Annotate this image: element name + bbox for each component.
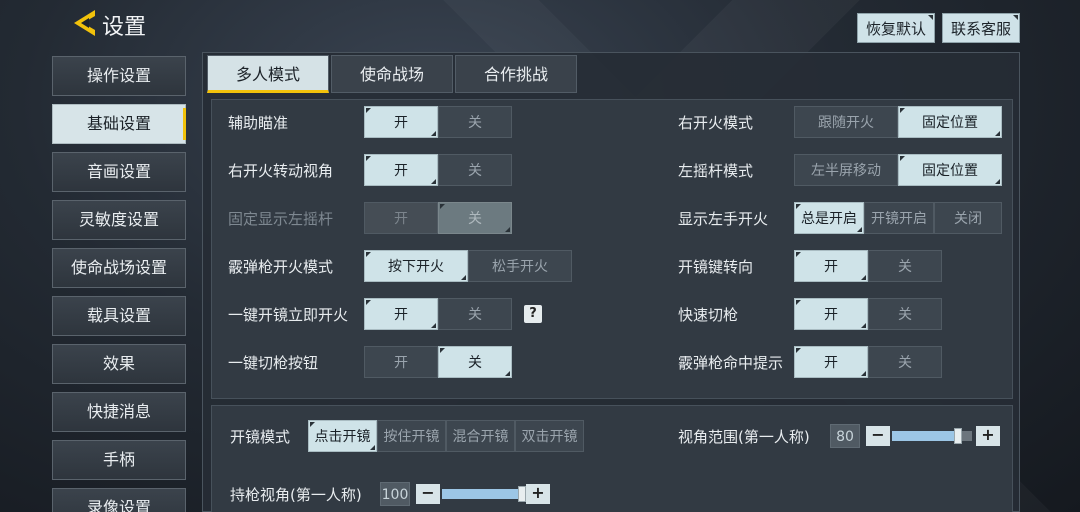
toggle-option[interactable]: 左半屏移动 [794, 154, 898, 186]
basic-settings-section: 辅助瞄准开关右开火转动视角开关固定显示左摇杆开关霰弹枪开火模式 按下开火 松手开火一… [211, 99, 1013, 399]
toggle-option[interactable]: 关 [868, 298, 942, 330]
option-toggle: 跟随开火 固定位置 [794, 106, 1002, 138]
option-toggle: 开关 [364, 298, 512, 330]
setting-label: 辅助瞄准 [228, 113, 289, 132]
sidebar-item[interactable]: 操作设置 [52, 56, 186, 96]
fov-decrease-button[interactable]: − [866, 426, 890, 446]
toggle-option[interactable]: 开 [364, 106, 438, 138]
toggle-option[interactable]: 关 [868, 250, 942, 282]
option-toggle: 开关 [364, 346, 512, 378]
contact-support-button[interactable]: 联系客服 [942, 13, 1021, 43]
fov-first-person-label: 视角范围(第一人称) [678, 427, 810, 446]
toggle-option[interactable]: 关 [438, 346, 512, 378]
scope-mode-label: 开镜模式 [230, 427, 291, 446]
hold-fov-decrease-button[interactable]: − [416, 484, 440, 504]
setting-label: 固定显示左摇杆 [228, 209, 334, 228]
toggle-option[interactable]: 开 [794, 346, 868, 378]
settings-panel: 多人模式 使命战场 合作挑战 辅助瞄准开关右开火转动视角开关固定显示左摇杆开关霰弹枪… [202, 52, 1020, 512]
setting-label: 一键开镜立即开火 [228, 305, 349, 324]
toggle-option[interactable]: 开 [794, 298, 868, 330]
toggle-option[interactable]: 开 [364, 154, 438, 186]
scope-mode-option[interactable]: 混合开镜 [446, 420, 515, 452]
toggle-option[interactable]: 关 [868, 346, 942, 378]
option-toggle: 左半屏移动 固定位置 [794, 154, 1002, 186]
sidebar-item[interactable]: 快捷消息 [52, 392, 186, 432]
setting-label: 开镜键转向 [678, 257, 754, 276]
setting-label: 一键切枪按钮 [228, 353, 319, 372]
hold-fov-slider-thumb[interactable] [518, 486, 526, 502]
option-toggle: 开关 [794, 298, 942, 330]
settings-sidebar: 操作设置基础设置音画设置灵敏度设置使命战场设置 载具设置效果快捷消息手柄录像设置 [52, 56, 186, 512]
sidebar-item[interactable]: 灵敏度设置 [52, 200, 186, 240]
fov-increase-button[interactable]: + [976, 426, 1000, 446]
option-toggle: 开关 [794, 346, 942, 378]
toggle-option[interactable]: 开 [364, 346, 438, 378]
sidebar-item[interactable]: 载具设置 [52, 296, 186, 336]
restore-default-button[interactable]: 恢复默认 [857, 13, 936, 43]
toggle-option: 关 [438, 202, 512, 234]
hold-fov-label: 持枪视角(第一人称) [230, 485, 362, 504]
back-button[interactable] [70, 8, 98, 38]
toggle-option[interactable]: 跟随开火 [794, 106, 898, 138]
tab-mode[interactable]: 使命战场 [331, 55, 453, 93]
fov-first-person-value: 80 [830, 424, 860, 448]
fov-slider-thumb[interactable] [953, 428, 962, 444]
toggle-option: 开 [364, 202, 438, 234]
sidebar-item[interactable]: 录像设置 [52, 488, 186, 512]
hold-fov-slider[interactable] [442, 489, 522, 499]
option-toggle: 开关 [364, 202, 512, 234]
toggle-option[interactable]: 关 [438, 106, 512, 138]
hold-fov-increase-button[interactable]: + [526, 484, 550, 504]
toggle-option[interactable]: 按下开火 [364, 250, 468, 282]
setting-label: 右开火转动视角 [228, 161, 334, 180]
sidebar-item[interactable]: 手柄 [52, 440, 186, 480]
sidebar-item[interactable]: 使命战场设置 [52, 248, 186, 288]
toggle-option[interactable]: 开 [794, 250, 868, 282]
setting-label: 左摇杆模式 [678, 161, 754, 180]
setting-label: 显示左手开火 [678, 209, 769, 228]
tab-mode[interactable]: 合作挑战 [455, 55, 577, 93]
setting-label: 霰弹枪命中提示 [678, 353, 784, 372]
view-settings-section: 开镜模式 点击开镜 按住开镜 混合开镜 双击开镜 视角范围(第一人称) 80 − + … [211, 405, 1013, 512]
page-title: 设置 [102, 15, 147, 40]
toggle-option[interactable]: 关 [438, 298, 512, 330]
toggle-option[interactable]: 总是开启 [794, 202, 864, 234]
option-toggle: 总是开启 开镜开启 关闭 [794, 202, 1002, 234]
setting-label: 右开火模式 [678, 113, 754, 132]
scope-mode-option[interactable]: 点击开镜 [308, 420, 377, 452]
toggle-option[interactable]: 关闭 [934, 202, 1002, 234]
option-toggle: 按下开火 松手开火 [364, 250, 572, 282]
back-arrow-icon [74, 10, 95, 36]
tab-mode[interactable]: 多人模式 [207, 55, 329, 93]
option-toggle: 开关 [364, 154, 512, 186]
help-icon[interactable]: ? [524, 305, 542, 323]
toggle-option[interactable]: 开 [364, 298, 438, 330]
scope-mode-selector: 点击开镜 按住开镜 混合开镜 双击开镜 [308, 420, 584, 452]
sidebar-item[interactable]: 效果 [52, 344, 186, 384]
sidebar-item[interactable]: 音画设置 [52, 152, 186, 192]
toggle-option[interactable]: 关 [438, 154, 512, 186]
toggle-option[interactable]: 开镜开启 [864, 202, 934, 234]
sidebar-item[interactable]: 基础设置 [52, 104, 186, 144]
toggle-option[interactable]: 固定位置 [898, 154, 1002, 186]
toggle-option[interactable]: 松手开火 [468, 250, 572, 282]
scope-mode-option[interactable]: 按住开镜 [377, 420, 446, 452]
option-toggle: 开关 [364, 106, 512, 138]
hold-fov-value: 100 [380, 482, 410, 506]
setting-label: 快速切枪 [678, 305, 739, 324]
scope-mode-option[interactable]: 双击开镜 [515, 420, 584, 452]
option-toggle: 开关 [794, 250, 942, 282]
mode-tabs: 多人模式 使命战场 合作挑战 [207, 55, 577, 93]
setting-label: 霰弹枪开火模式 [228, 257, 334, 276]
toggle-option[interactable]: 固定位置 [898, 106, 1002, 138]
